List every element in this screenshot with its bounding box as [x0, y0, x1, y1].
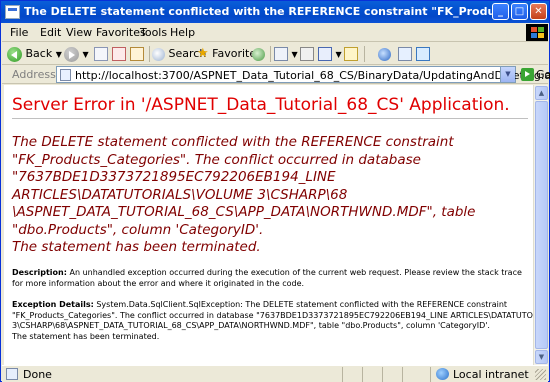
minimize-button[interactable]: _: [492, 3, 509, 20]
toolbar-divider: [149, 46, 150, 62]
edit-button[interactable]: ▼: [318, 45, 342, 63]
description-section: Description: An unhandled exception occu…: [12, 268, 528, 289]
description-label: Description:: [12, 268, 67, 277]
description-text: An unhandled exception occurred during t…: [12, 268, 522, 288]
toolbar-divider: [270, 46, 271, 62]
error-message-line: "7637BDE1D3373721895EC792206EB194_LINE: [12, 169, 336, 185]
menu-view[interactable]: View: [66, 26, 92, 39]
back-dropdown-icon[interactable]: ▼: [56, 50, 62, 59]
page-done-icon: [6, 368, 18, 380]
error-message-line: "FK_Products_Categories". The conflict o…: [12, 151, 421, 168]
back-label: Back: [25, 47, 53, 60]
stop-button[interactable]: [94, 45, 108, 63]
menu-edit[interactable]: Edit: [40, 26, 61, 39]
address-bar: Address http://localhost:3700/ASPNET_Dat…: [2, 65, 550, 84]
page-title: Server Error in '/ASPNET_Data_Tutorial_6…: [12, 95, 510, 115]
discuss-icon: [344, 47, 358, 61]
stop-icon: [94, 47, 108, 61]
menu-file[interactable]: File: [10, 26, 28, 39]
research-icon: [398, 47, 412, 61]
scrollbar-thumb[interactable]: [535, 101, 548, 349]
address-input[interactable]: http://localhost:3700/ASPNET_Data_Tutori…: [56, 66, 550, 83]
history-icon: [252, 47, 265, 61]
page-icon: [60, 69, 71, 81]
forward-dropdown-icon[interactable]: ▼: [83, 50, 89, 59]
back-button[interactable]: Back ▼: [7, 45, 62, 63]
close-button[interactable]: ✕: [530, 3, 547, 20]
intranet-globe-icon: [436, 368, 449, 380]
browser-window: The DELETE statement conflicted with the…: [0, 0, 550, 382]
edit-dropdown-icon[interactable]: ▼: [336, 50, 342, 59]
home-icon: [130, 47, 144, 61]
forward-button[interactable]: ▼: [64, 45, 89, 63]
window-title: The DELETE statement conflicted with the…: [24, 5, 494, 18]
toolbar-divider: [364, 46, 365, 62]
title-bar[interactable]: The DELETE statement conflicted with the…: [1, 1, 549, 23]
print-icon: [300, 47, 314, 61]
menu-tools[interactable]: Tools: [140, 26, 167, 39]
go-arrow-icon[interactable]: [521, 68, 534, 81]
discuss-button[interactable]: [344, 45, 358, 63]
toolbar: Back ▼ ▼ Search ★ Favorites ▼ ▼: [2, 43, 548, 65]
word-icon: [318, 47, 332, 61]
exception-line: "FK_Products_Categories". The conflict o…: [12, 310, 533, 320]
security-zone: Local intranet: [453, 368, 529, 381]
go-button[interactable]: Go: [536, 68, 550, 81]
toolbar-extra-icon: [416, 47, 430, 61]
exception-line: 3\CSHARP\68\ASPNET_DATA_TUTORIAL_68_CS\A…: [12, 321, 490, 330]
favorites-star-icon: ★: [197, 46, 209, 61]
status-cell: [382, 367, 402, 382]
search-icon: [152, 47, 165, 61]
error-message-line: The statement has been terminated.: [12, 239, 261, 255]
scroll-down-icon[interactable]: ▼: [535, 350, 548, 364]
error-message: The DELETE statement conflicted with the…: [12, 134, 528, 257]
messenger-icon: [378, 47, 391, 61]
address-url: http://localhost:3700/ASPNET_Data_Tutori…: [75, 69, 550, 82]
exception-details-section: Exception Details: System.Data.SqlClient…: [12, 300, 533, 342]
exception-line: System.Data.SqlClient.SqlException: The …: [96, 300, 508, 309]
vertical-scrollbar[interactable]: ▲ ▼: [533, 85, 548, 365]
error-message-line: ARTICLES\DATATUTORIALS\VOLUME 3\CSHARP\6…: [12, 186, 348, 203]
exception-label: Exception Details:: [12, 300, 94, 309]
home-button[interactable]: [130, 45, 144, 63]
page-content: Server Error in '/ASPNET_Data_Tutorial_6…: [4, 85, 533, 365]
address-label: Address: [12, 68, 56, 81]
forward-arrow-icon: [64, 46, 79, 62]
menu-favorites[interactable]: Favorites: [96, 26, 146, 39]
error-message-line: The DELETE statement conflicted with the…: [12, 134, 454, 150]
print-button[interactable]: [300, 45, 314, 63]
status-cell: [362, 367, 382, 382]
refresh-button[interactable]: [112, 45, 126, 63]
back-arrow-icon: [7, 46, 22, 62]
messenger-button[interactable]: [378, 45, 391, 63]
resize-grip-icon[interactable]: [535, 369, 546, 380]
history-button[interactable]: [252, 45, 265, 63]
mail-dropdown-icon[interactable]: ▼: [292, 50, 298, 59]
refresh-icon: [112, 47, 126, 61]
address-dropdown-icon[interactable]: ▼: [500, 67, 515, 82]
menu-help[interactable]: Help: [170, 26, 195, 39]
status-text: Done: [23, 368, 52, 381]
status-bar: Done Local intranet: [2, 365, 548, 382]
ie-window-icon: [5, 5, 20, 19]
status-cell: [402, 367, 430, 382]
exception-line: The statement has been terminated.: [12, 331, 160, 341]
research-button[interactable]: [398, 45, 412, 63]
maximize-button[interactable]: □: [511, 3, 528, 20]
error-message-line: "dbo.Products", column 'CategoryID'.: [12, 221, 264, 238]
windows-logo-icon: [526, 24, 548, 41]
title-divider: [12, 118, 528, 119]
status-cell: [342, 367, 362, 382]
error-message-line: \ASPNET_DATA_TUTORIAL_68_CS\APP_DATA\NOR…: [12, 204, 476, 220]
scroll-up-icon[interactable]: ▲: [535, 86, 548, 100]
menu-bar: File Edit View Favorites Tools Help: [2, 23, 548, 42]
toolbar-extra-button[interactable]: [416, 45, 430, 63]
mail-icon: [274, 47, 288, 61]
mail-button[interactable]: ▼: [274, 45, 298, 63]
